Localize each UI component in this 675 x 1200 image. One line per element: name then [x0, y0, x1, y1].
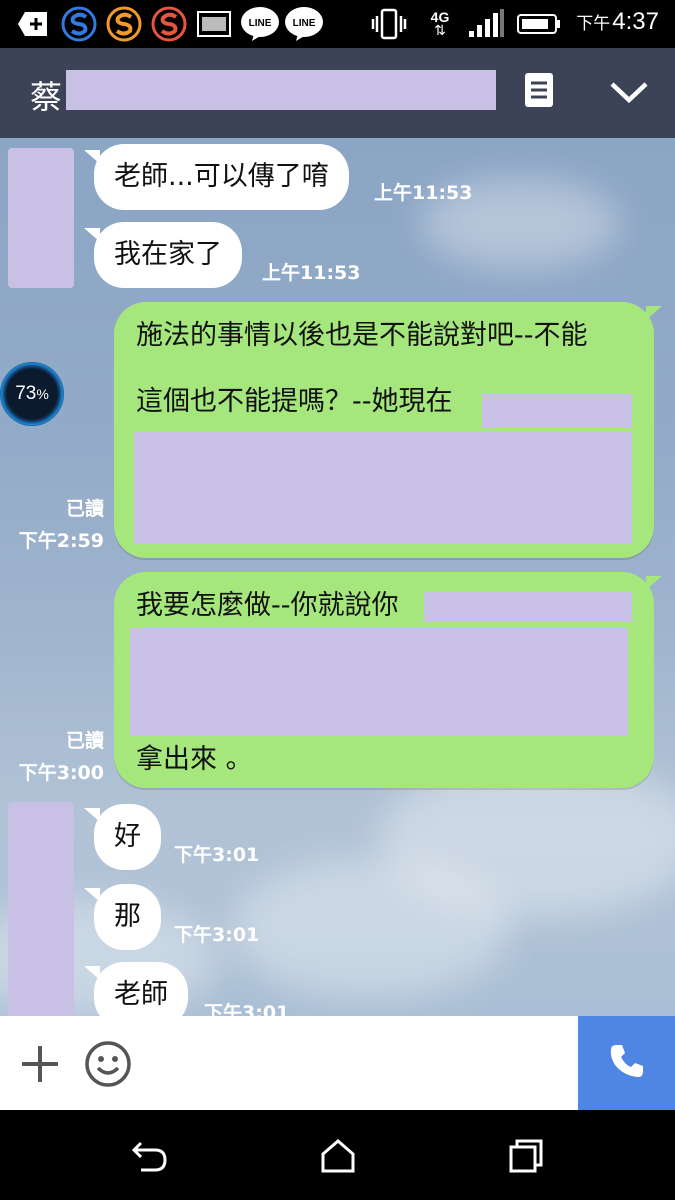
redacted-text: [134, 432, 632, 544]
bubble-tail: [646, 306, 662, 320]
battery-icon: [516, 6, 562, 42]
status-bar: LINE LINE 4G ⇅ 下午4:37: [0, 0, 675, 48]
incoming-message[interactable]: 好: [94, 804, 161, 870]
back-icon[interactable]: [130, 1136, 170, 1176]
svg-text:LINE: LINE: [293, 18, 316, 29]
phone-icon: [607, 1041, 647, 1085]
line-icon: LINE: [240, 6, 280, 42]
network-4g-icon: 4G ⇅: [430, 9, 450, 39]
incoming-message[interactable]: 老師: [94, 962, 188, 1016]
avatar[interactable]: [8, 148, 74, 288]
message-line: 施法的事情以後也是不能說對吧--不能: [136, 320, 588, 351]
chat-header: 蔡: [0, 48, 675, 138]
chat-area[interactable]: 老師...可以傳了唷 上午11:53 我在家了 上午11:53 73% 施法的事…: [0, 138, 675, 1016]
add-icon: [16, 6, 50, 42]
redacted-text: [130, 628, 628, 736]
message-time: 下午3:01: [204, 1002, 290, 1016]
incoming-message[interactable]: 我在家了: [94, 222, 242, 288]
gallery-icon: [196, 6, 232, 42]
battery-overlay-widget[interactable]: 73%: [0, 362, 64, 426]
avatar[interactable]: [8, 802, 74, 1016]
redacted-name: [66, 70, 496, 110]
vibrate-icon: [370, 6, 408, 42]
message-time: 下午3:00: [18, 762, 104, 784]
message-time: 上午11:53: [374, 182, 473, 204]
s-app-icon-red: [150, 6, 188, 42]
message-time: 下午2:59: [18, 530, 104, 552]
bubble-tail: [646, 576, 662, 590]
navigation-bar: [0, 1110, 675, 1200]
incoming-message[interactable]: 老師...可以傳了唷: [94, 144, 349, 210]
recents-icon[interactable]: [506, 1136, 546, 1176]
s-app-icon-blue: [60, 6, 98, 42]
call-button[interactable]: [578, 1016, 675, 1110]
message-time: 上午11:53: [262, 262, 361, 284]
message-time: 下午3:01: [174, 844, 260, 866]
clock: 下午4:37: [576, 8, 659, 35]
read-receipt: 已讀: [65, 730, 104, 752]
home-icon[interactable]: [318, 1136, 358, 1176]
signal-icon: [466, 6, 506, 42]
line-icon: LINE: [284, 6, 324, 42]
chat-title: 蔡: [30, 78, 63, 116]
s-app-icon-orange: [105, 6, 143, 42]
read-receipt: 已讀: [65, 498, 104, 520]
message-line: 拿出來 。: [136, 744, 253, 775]
emoji-icon[interactable]: [84, 1040, 134, 1090]
menu-doc-icon[interactable]: [524, 72, 558, 112]
incoming-message[interactable]: 那: [94, 884, 161, 950]
svg-text:LINE: LINE: [249, 18, 272, 29]
message-time: 下午3:01: [174, 924, 260, 946]
redacted-text: [482, 394, 632, 428]
input-bar: [0, 1016, 675, 1110]
plus-icon[interactable]: [18, 1042, 64, 1088]
chevron-down-icon[interactable]: [608, 76, 652, 112]
redacted-text: [424, 592, 632, 622]
